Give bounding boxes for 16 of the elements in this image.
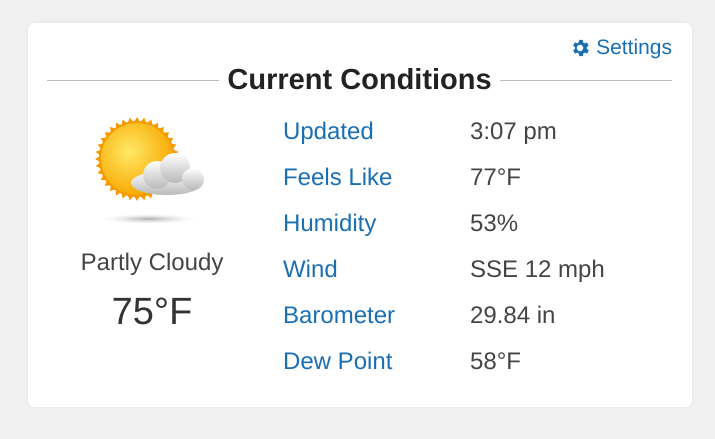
- detail-label: Barometer: [283, 301, 396, 331]
- detail-value: 3:07 pm: [470, 117, 558, 147]
- detail-value: 29.84 in: [470, 301, 556, 331]
- settings-link[interactable]: Settings: [569, 35, 672, 61]
- detail-label: Humidity: [283, 209, 378, 239]
- detail-value: 53%: [470, 209, 520, 239]
- detail-label: Wind: [283, 255, 339, 285]
- detail-value: 58°F: [470, 347, 522, 377]
- detail-label: Updated: [283, 117, 375, 147]
- detail-label: Dew Point: [283, 347, 394, 377]
- detail-value: 77°F: [470, 163, 522, 193]
- condition-text: Partly Cloudy: [80, 249, 224, 277]
- detail-value: SSE 12 mph: [470, 255, 605, 285]
- detail-label: Feels Like: [283, 163, 394, 193]
- section-title: Current Conditions: [227, 63, 492, 98]
- temperature: 75°F: [112, 291, 192, 334]
